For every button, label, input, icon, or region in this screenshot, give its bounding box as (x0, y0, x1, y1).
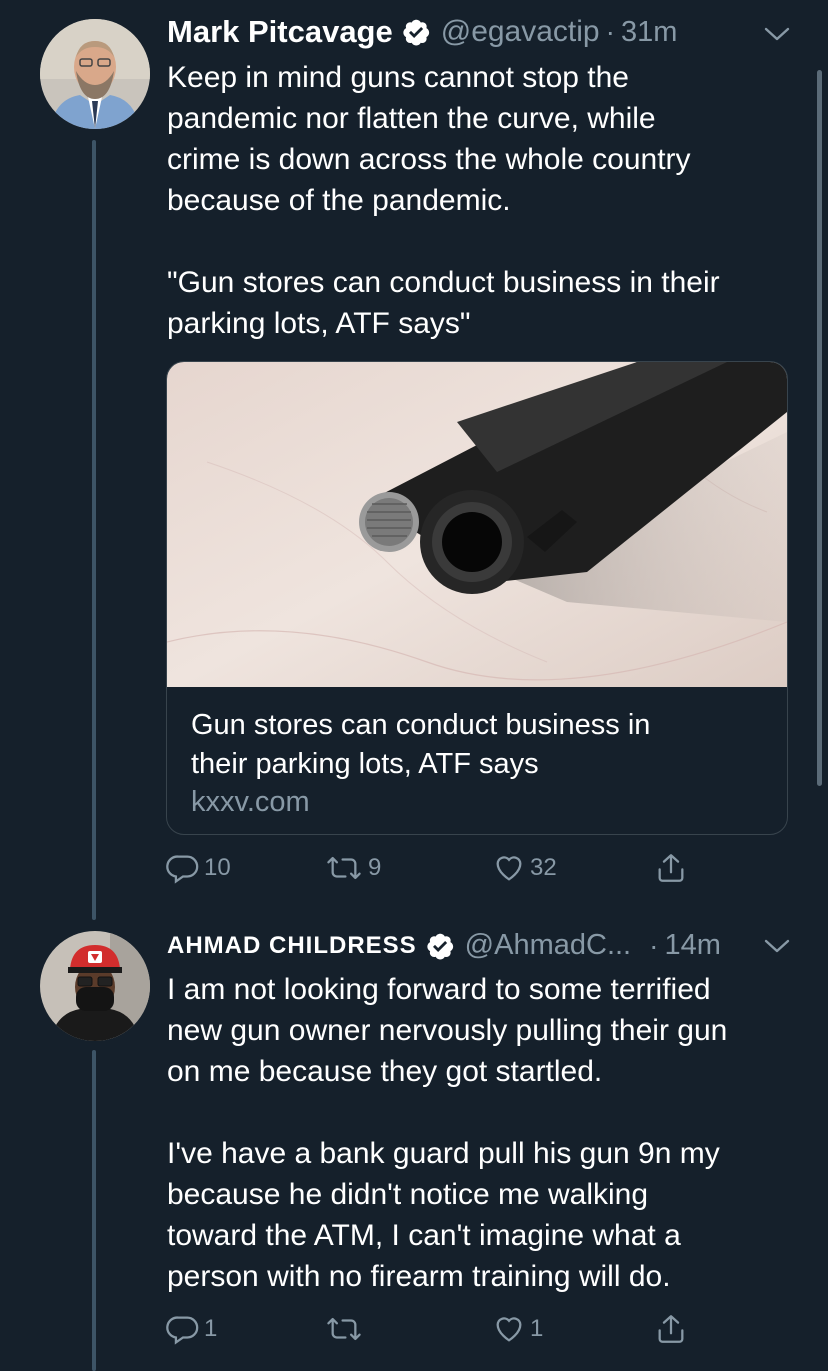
tweet-text: I am not looking forward to some terrifi… (167, 973, 728, 1293)
like-button[interactable]: 1 (492, 1312, 543, 1346)
share-button[interactable] (654, 851, 688, 885)
retweet-count: 9 (368, 854, 382, 881)
avatar[interactable] (40, 19, 150, 129)
reply-icon (166, 855, 199, 884)
tweet-actions: 1 1 (166, 1312, 706, 1352)
avatar[interactable] (40, 931, 150, 1041)
reply-icon (166, 1316, 199, 1345)
like-button[interactable]: 32 (492, 851, 557, 885)
chevron-down-icon[interactable] (762, 24, 792, 49)
display-name[interactable]: Mark Pitcavage (167, 14, 393, 50)
separator-dot: · (605, 16, 615, 47)
share-icon (658, 854, 684, 882)
handle[interactable]: @egavactip (441, 15, 600, 49)
timestamp[interactable]: 31m (621, 16, 677, 49)
reply-count: 1 (204, 1315, 218, 1342)
tweet-actions: 10 9 32 (166, 851, 706, 891)
separator-dot: · (649, 929, 659, 961)
verified-badge-icon (401, 17, 431, 47)
card-title: Gun stores can conduct business in their… (191, 709, 651, 780)
link-card[interactable]: Gun stores can conduct business in their… (166, 361, 788, 835)
reply-button[interactable]: 1 (166, 1312, 217, 1346)
like-count: 1 (530, 1315, 544, 1342)
share-icon (658, 1315, 684, 1343)
timestamp[interactable]: 14m (664, 929, 720, 962)
handgun-photo (167, 362, 787, 687)
tweet-text: Keep in mind guns cannot stop the pandem… (167, 61, 720, 340)
tweet-header: Mark Pitcavage @egavactip · 31m (167, 14, 677, 50)
scrollbar[interactable] (817, 70, 822, 786)
tweet-header: AHMAD CHILDRESS @AhmadC... · 14m (167, 929, 721, 962)
share-button[interactable] (654, 1312, 688, 1346)
heart-icon (496, 1317, 522, 1342)
reply-count: 10 (204, 854, 231, 881)
chevron-down-icon[interactable] (762, 936, 792, 961)
thread-line-2 (92, 1050, 96, 1371)
thread-line-1 (92, 140, 96, 920)
card-body: Gun stores can conduct business in their… (191, 706, 771, 822)
card-domain: kxxv.com (191, 786, 310, 818)
retweet-icon (327, 1317, 361, 1341)
retweet-icon (327, 856, 361, 880)
like-count: 32 (530, 854, 557, 881)
handle[interactable]: @AhmadC... (465, 929, 631, 962)
reply-button[interactable]: 10 (166, 851, 231, 885)
retweet-button[interactable] (324, 1312, 368, 1346)
heart-icon (496, 856, 522, 881)
retweet-button[interactable]: 9 (324, 851, 381, 885)
verified-badge-icon (425, 931, 455, 961)
display-name[interactable]: AHMAD CHILDRESS (167, 932, 417, 960)
